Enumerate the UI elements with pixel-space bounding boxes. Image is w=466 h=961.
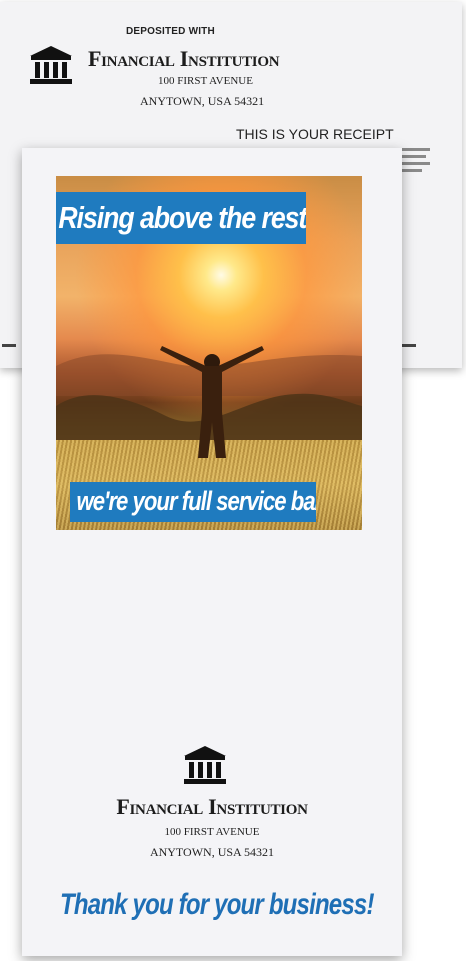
institution-name: Financial Institution [88,46,280,71]
address-line-2: Anytown, USA 54321 [140,94,265,108]
bank-building-icon [184,746,226,784]
headline-banner: Rising above the rest... [56,192,306,244]
receipt-title: THIS IS YOUR RECEIPT [236,126,394,142]
address-line-2: Anytown, USA 54321 [149,845,275,859]
sunrise-photo: Rising above the rest... we're your full… [56,176,362,530]
deposited-with-label: DEPOSITED WITH [126,26,215,37]
fine-print-mark [2,344,16,347]
address-line-1: 100 First Avenue [158,75,253,87]
institution-name: Financial Institution [116,794,308,819]
person-silhouette [160,346,264,458]
bank-building-icon [30,46,72,84]
thank-you-message: Thank you for your business! [60,888,374,921]
address-line-1: 100 First Avenue [164,826,260,838]
deposit-envelope: Rising above the rest... we're your full… [22,148,402,956]
tagline-banner: we're your full service bank. [70,482,316,522]
